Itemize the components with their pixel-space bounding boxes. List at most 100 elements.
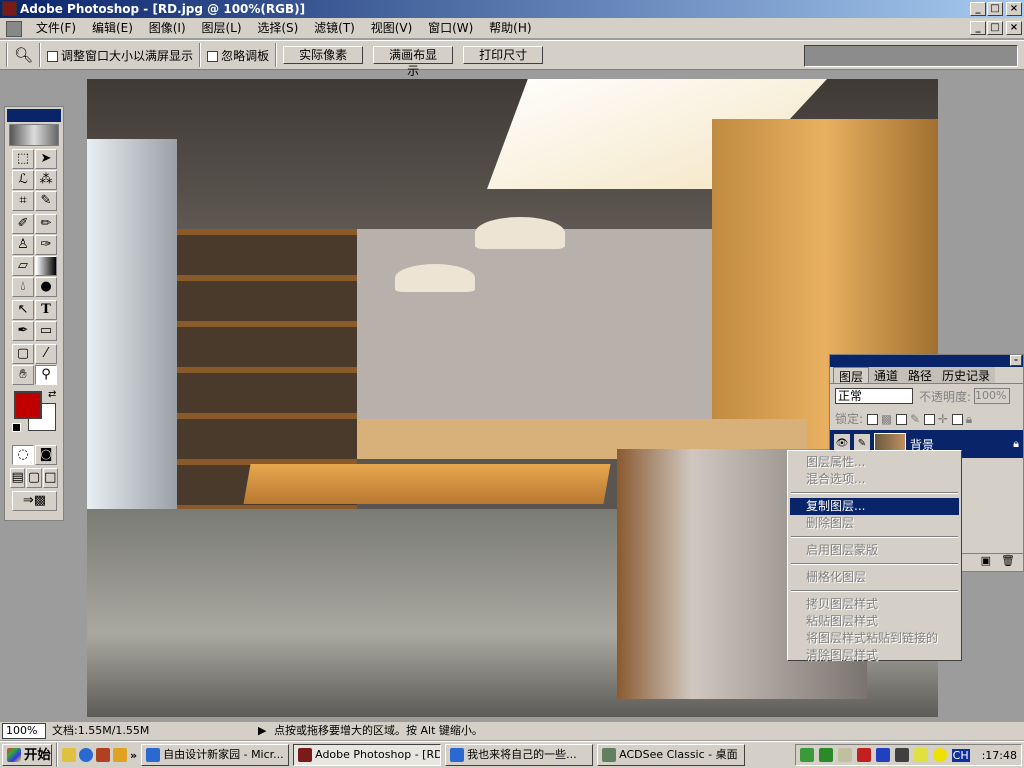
task-ie-window[interactable]: 自由设计新家园 - Micr...	[141, 744, 290, 766]
new-layer-icon[interactable]: ▣	[981, 554, 991, 571]
jump-to-imageready-icon[interactable]: ⇒▩	[12, 491, 57, 511]
resize-windows-checkbox[interactable]: 调整窗口大小以满屏显示	[47, 47, 193, 64]
lock-transparency-checkbox[interactable]	[866, 414, 878, 425]
document-icon[interactable]	[6, 20, 22, 37]
more-chevron-icon[interactable]: »	[130, 749, 137, 762]
status-arrow-icon[interactable]: ▶	[258, 722, 266, 740]
screen-mode-full-menu-icon[interactable]: ▢	[26, 468, 42, 488]
eraser-tool-icon[interactable]: ▱	[12, 256, 34, 276]
close-button[interactable]: ×	[1006, 2, 1022, 16]
menu-edit[interactable]: 编辑(E)	[86, 18, 139, 38]
screen-mode-standard-icon[interactable]: ▤	[10, 468, 26, 488]
menu-view[interactable]: 视图(V)	[365, 18, 419, 38]
ignore-palettes-checkbox[interactable]: 忽略调板	[207, 47, 269, 64]
palette-title-bar[interactable]: –	[830, 355, 1023, 367]
task-ie-window-2[interactable]: 我也来将自己的一些...	[445, 744, 594, 766]
screen-mode-full-icon[interactable]: □	[42, 468, 58, 488]
task-photoshop[interactable]: Adobe Photoshop - [RD...	[293, 744, 442, 766]
pen-tool-icon[interactable]: ✒	[12, 321, 34, 341]
history-brush-tool-icon[interactable]: ✑	[35, 235, 57, 255]
ie-icon[interactable]	[79, 748, 93, 762]
menu-item-clear-layer-style[interactable]: 清除图层样式	[788, 647, 961, 664]
menu-file[interactable]: 文件(F)	[30, 18, 82, 38]
lock-position-checkbox[interactable]	[923, 414, 935, 425]
toolbox-title-bar[interactable]	[7, 109, 61, 122]
doc-minimize-button[interactable]: _	[970, 21, 986, 35]
menu-item-layer-properties[interactable]: 图层属性...	[788, 454, 961, 471]
slice-tool-icon[interactable]: ✎	[35, 191, 57, 211]
magic-wand-tool-icon[interactable]: ⁂	[35, 170, 57, 190]
task-acdsee[interactable]: ACDSee Classic - 桌面	[597, 744, 746, 766]
tab-history[interactable]: 历史记录	[937, 367, 996, 383]
menu-help[interactable]: 帮助(H)	[483, 18, 537, 38]
menu-filter[interactable]: 滤镜(T)	[308, 18, 361, 38]
brush-tool-icon[interactable]: ✏	[35, 214, 57, 234]
menu-layer[interactable]: 图层(L)	[195, 18, 247, 38]
minimize-button[interactable]: _	[970, 2, 986, 16]
computer-icon[interactable]	[894, 748, 909, 762]
swap-colors-icon[interactable]: ⇄	[48, 389, 56, 400]
tab-layers[interactable]: 图层	[833, 367, 870, 384]
actual-pixels-button[interactable]: 实际像素	[283, 46, 364, 64]
foreground-color-swatch[interactable]	[14, 391, 42, 419]
tab-paths[interactable]: 路径	[903, 367, 938, 383]
stamp-tool-icon[interactable]: ♙	[12, 235, 34, 255]
menu-item-paste-style-to-linked[interactable]: 将图层样式粘贴到链接的	[788, 630, 961, 647]
eyedropper-tool-icon[interactable]: ⁄	[35, 344, 57, 364]
lock-all-checkbox[interactable]	[951, 414, 963, 425]
rectangle-tool-icon[interactable]: ▭	[35, 321, 57, 341]
menu-window[interactable]: 窗口(W)	[422, 18, 479, 38]
hand-tool-icon[interactable]: ✋︎	[12, 365, 34, 385]
tab-channels[interactable]: 通道	[869, 367, 904, 383]
blur-tool-icon[interactable]: 💧︎	[12, 277, 34, 297]
zoom-tool-icon[interactable]: ⚲	[35, 365, 57, 385]
print-size-button[interactable]: 打印尺寸	[463, 46, 544, 64]
input-method-icon[interactable]	[932, 748, 947, 762]
fit-screen-button[interactable]: 满画布显示	[373, 46, 454, 78]
start-button[interactable]: 开始	[2, 744, 52, 766]
adobe-logo[interactable]	[9, 124, 59, 146]
notes-tool-icon[interactable]: ▢	[12, 344, 34, 364]
zoom-field[interactable]: 100%	[2, 723, 46, 739]
lasso-tool-icon[interactable]: ℒ	[12, 170, 34, 190]
maximize-button[interactable]: □	[987, 2, 1003, 16]
gradient-tool-icon[interactable]	[35, 256, 57, 276]
opacity-field[interactable]: 100%	[974, 388, 1011, 404]
standard-mode-icon[interactable]: ◌	[12, 445, 34, 465]
quicklaunch-app-icon[interactable]	[96, 748, 110, 762]
trash-icon[interactable]: 🗑︎	[1001, 554, 1015, 571]
crop-tool-icon[interactable]: ⌗	[12, 191, 34, 211]
tray-alert-icon[interactable]	[913, 748, 928, 762]
antivirus-icon[interactable]	[856, 748, 871, 762]
updown-arrows-icon[interactable]	[818, 748, 833, 762]
quicklaunch-flash-icon[interactable]	[113, 748, 127, 762]
tray-app-icon[interactable]	[875, 748, 890, 762]
path-select-tool-icon[interactable]: ↖	[12, 300, 34, 320]
menu-image[interactable]: 图像(I)	[143, 18, 192, 38]
doc-close-button[interactable]: ×	[1006, 21, 1022, 35]
default-colors-icon[interactable]	[12, 423, 21, 432]
blend-mode-select[interactable]: 正常	[835, 388, 913, 404]
menu-item-blending-options[interactable]: 混合选项...	[788, 471, 961, 488]
menu-item-delete-layer[interactable]: 删除图层	[788, 515, 961, 532]
menu-item-paste-layer-style[interactable]: 粘贴图层样式	[788, 613, 961, 630]
menu-item-copy-layer-style[interactable]: 拷贝图层样式	[788, 596, 961, 613]
menu-item-rasterize-layer[interactable]: 栅格化图层	[788, 569, 961, 586]
menu-item-duplicate-layer[interactable]: 复制图层...	[790, 498, 959, 515]
quick-mask-mode-icon[interactable]: ◙	[35, 445, 57, 465]
doc-size[interactable]: 文档:1.55M/1.55M	[52, 722, 149, 740]
healing-brush-tool-icon[interactable]: ✐	[12, 214, 34, 234]
type-tool-icon[interactable]: T	[35, 300, 57, 320]
move-tool-icon[interactable]: ➤	[35, 149, 57, 169]
volume-icon[interactable]	[837, 748, 852, 762]
network-icon[interactable]	[799, 748, 814, 762]
palette-minimize-button[interactable]: –	[1010, 355, 1022, 366]
language-indicator[interactable]: CH	[951, 748, 970, 762]
marquee-tool-icon[interactable]: ⬚	[12, 149, 34, 169]
dodge-tool-icon[interactable]: ●	[35, 277, 57, 297]
lock-image-checkbox[interactable]	[896, 414, 908, 425]
doc-restore-button[interactable]: □	[987, 21, 1003, 35]
menu-item-enable-layer-mask[interactable]: 启用图层蒙版	[788, 542, 961, 559]
menu-select[interactable]: 选择(S)	[251, 18, 304, 38]
show-desktop-icon[interactable]	[62, 748, 76, 762]
